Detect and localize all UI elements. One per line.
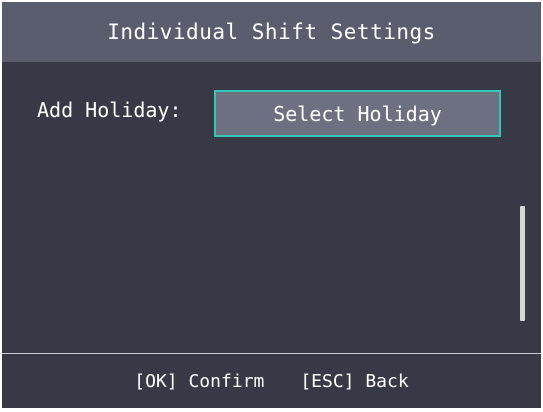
- select-holiday-button[interactable]: Select Holiday: [214, 90, 501, 137]
- scrollbar[interactable]: [520, 206, 525, 321]
- device-screen: Individual Shift Settings Add Holiday: S…: [2, 2, 541, 408]
- page-title: Individual Shift Settings: [107, 20, 436, 44]
- title-bar: Individual Shift Settings: [2, 2, 541, 62]
- ok-confirm-hint[interactable]: [OK] Confirm: [134, 371, 264, 392]
- esc-back-hint[interactable]: [ESC] Back: [300, 371, 408, 392]
- footer-hints: [OK] Confirm [ESC] Back: [2, 354, 541, 408]
- select-holiday-label: Select Holiday: [273, 101, 442, 126]
- add-holiday-label: Add Holiday:: [37, 98, 182, 122]
